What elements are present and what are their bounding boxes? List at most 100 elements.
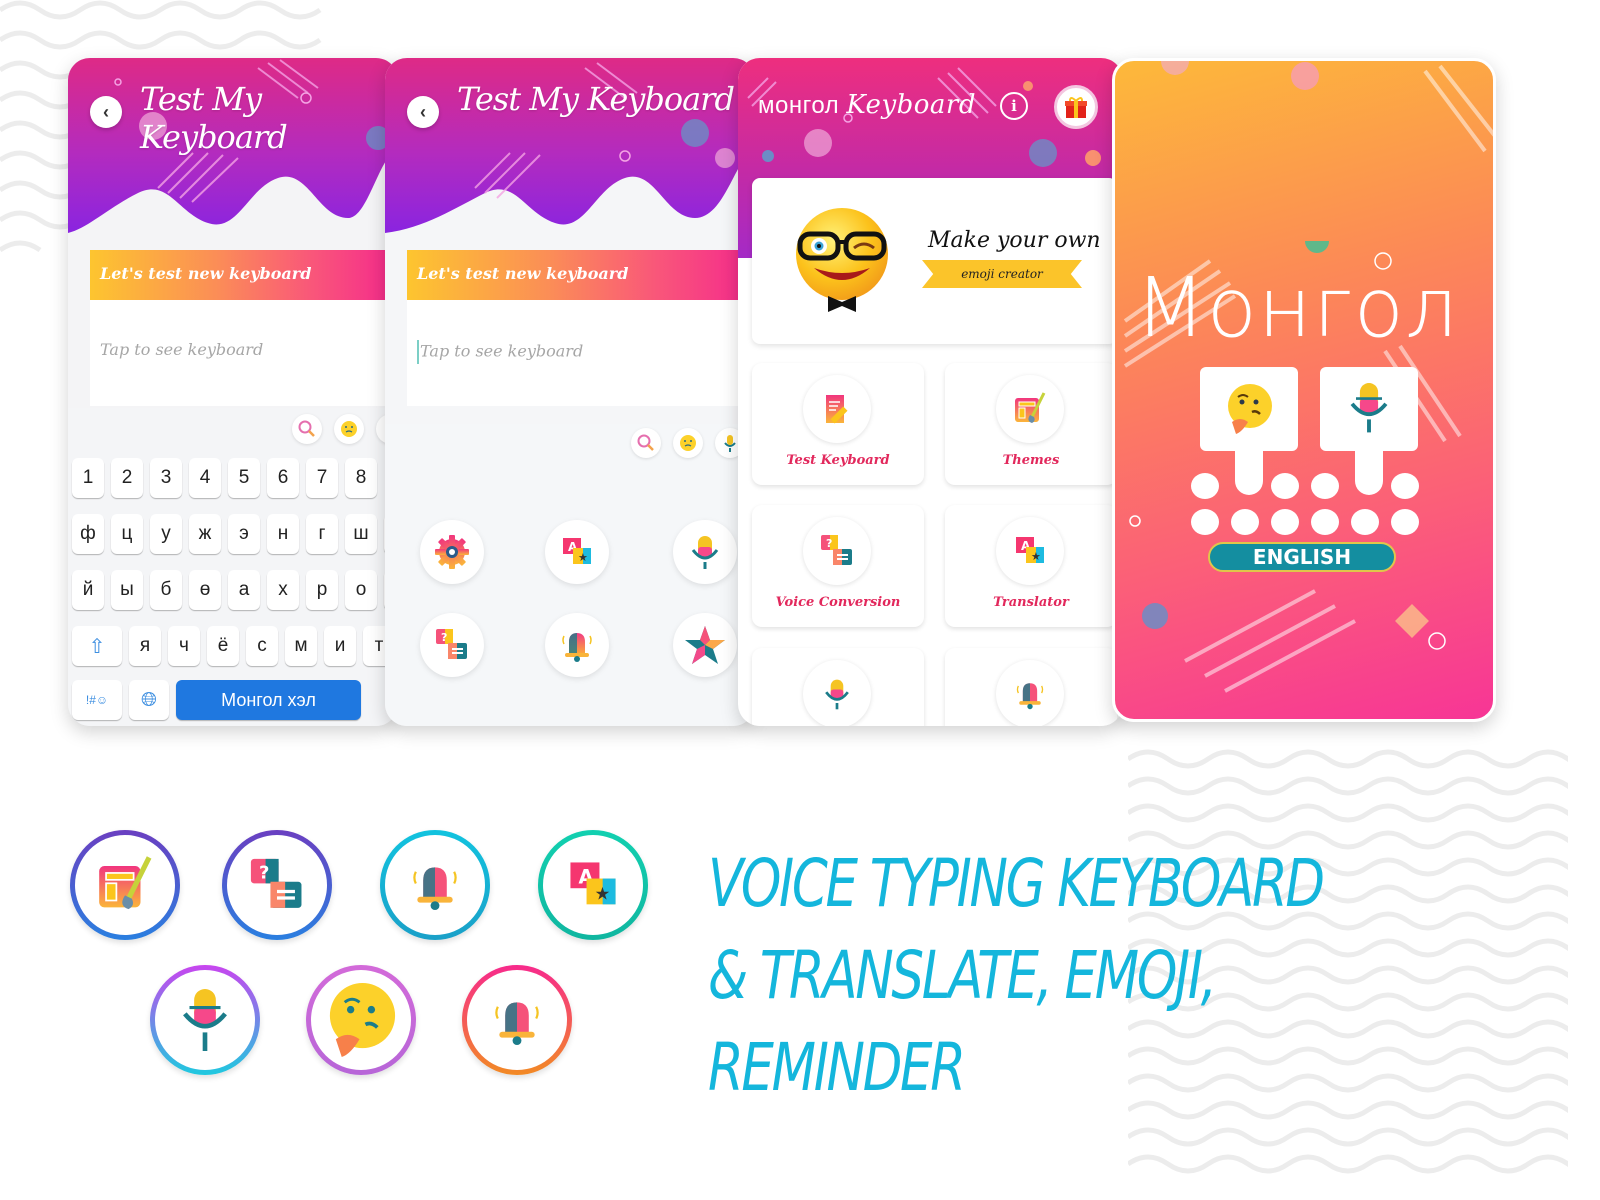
globe-icon: 🌐︎ — [141, 688, 157, 711]
tile-label: Themes — [1002, 453, 1060, 468]
svg-text:?: ? — [441, 631, 447, 644]
emoji-creator-card[interactable]: Make your own emoji creator — [752, 178, 1117, 344]
search-icon[interactable] — [292, 414, 322, 444]
key-stem — [1235, 449, 1263, 495]
key-dot — [1191, 509, 1219, 535]
voice-conversion-icon: ? — [227, 835, 327, 935]
key[interactable]: ө — [189, 570, 221, 610]
gift-button[interactable] — [1054, 85, 1098, 129]
symbols-key[interactable]: !#☺ — [72, 680, 122, 720]
key[interactable]: 3 — [150, 458, 182, 498]
thinking-emoji-icon[interactable] — [673, 428, 703, 458]
search-icon[interactable] — [631, 428, 661, 458]
key[interactable]: ф — [72, 514, 104, 554]
feature-badge — [306, 965, 416, 1075]
key[interactable]: а — [228, 570, 260, 610]
key[interactable]: о — [345, 570, 377, 610]
svg-text:★: ★ — [595, 884, 611, 904]
key[interactable]: р — [306, 570, 338, 610]
key[interactable]: 4 — [189, 458, 221, 498]
key[interactable]: 6 — [267, 458, 299, 498]
letter-row-3: ⇧ ячёсмить — [72, 626, 398, 666]
headline-line: REMINDER — [708, 1029, 966, 1106]
reminder-button[interactable] — [545, 613, 609, 677]
english-language-button[interactable]: ENGLISH — [1208, 542, 1396, 572]
key[interactable]: ы — [111, 570, 143, 610]
mic-key-illustration — [1320, 367, 1418, 451]
language-key[interactable]: 🌐︎ — [129, 680, 169, 720]
tile-label: Voice Conversion — [775, 595, 901, 610]
info-button[interactable]: i — [1000, 92, 1028, 120]
back-button[interactable]: ‹ — [90, 96, 122, 128]
app-title-plain: монгол — [758, 92, 840, 119]
home-screen: монгол Keyboard i Make your own emoji cr… — [738, 58, 1123, 726]
tile-themes[interactable]: Themes — [945, 363, 1117, 485]
text-caret — [417, 340, 419, 364]
key[interactable]: с — [246, 626, 278, 666]
key[interactable]: 8 — [345, 458, 377, 498]
key[interactable]: б — [150, 570, 182, 610]
tile-test-keyboard[interactable]: Test Keyboard — [752, 363, 924, 485]
key[interactable]: г — [306, 514, 338, 554]
tile-voice-typing[interactable] — [752, 648, 924, 726]
voice-conversion-button[interactable]: ? — [420, 613, 484, 677]
test-input[interactable]: Tap to see keyboard — [90, 300, 398, 406]
key[interactable]: н — [267, 514, 299, 554]
space-key[interactable]: Монгол хэл — [176, 680, 361, 720]
key[interactable]: ж — [189, 514, 221, 554]
tile-reminder[interactable] — [945, 648, 1117, 726]
star-icon — [685, 626, 725, 664]
input-placeholder: Tap to see keyboard — [100, 340, 264, 359]
microphone-icon — [691, 536, 719, 569]
back-button[interactable]: ‹ — [407, 96, 439, 128]
feature-badge: ? — [222, 830, 332, 940]
test-card: Let's test new keyboard Tap to see keybo… — [407, 250, 755, 406]
feature-badge — [380, 830, 490, 940]
number-row: 12345678 — [72, 458, 377, 498]
key[interactable]: 1 — [72, 458, 104, 498]
tile-translator[interactable]: A ★ Translator — [945, 505, 1117, 627]
key[interactable]: э — [228, 514, 260, 554]
microphone-icon — [1350, 383, 1388, 433]
key[interactable]: ё — [207, 626, 239, 666]
key[interactable]: х — [267, 570, 299, 610]
key[interactable]: я — [129, 626, 161, 666]
keyboard-toolbar — [292, 414, 398, 444]
key[interactable]: 2 — [111, 458, 143, 498]
key[interactable]: м — [285, 626, 317, 666]
bell-icon — [385, 835, 485, 935]
tile-voice-conversion[interactable]: ? Voice Conversion — [752, 505, 924, 627]
svg-text:?: ? — [826, 537, 832, 550]
themes-icon — [75, 835, 175, 935]
feature-badge — [462, 965, 572, 1075]
key[interactable]: й — [72, 570, 104, 610]
tile-label: Translator — [993, 595, 1069, 610]
rate-button[interactable] — [673, 613, 737, 677]
splash-decoration — [1123, 61, 1493, 693]
screen-title: Test My Keyboard — [140, 80, 288, 156]
shift-icon: ⇧ — [88, 635, 106, 658]
key[interactable]: 7 — [306, 458, 338, 498]
svg-text:★: ★ — [578, 552, 588, 564]
voice-input-button[interactable] — [673, 520, 737, 584]
key-dot — [1271, 509, 1299, 535]
screen-title: Test My Keyboard — [457, 80, 735, 118]
translate-button[interactable]: A ★ — [545, 520, 609, 584]
emoji-card-headline: Make your own — [928, 228, 1101, 253]
thinking-emoji-icon[interactable] — [334, 414, 364, 444]
key[interactable]: и — [324, 626, 356, 666]
key[interactable]: у — [150, 514, 182, 554]
key-dot — [1271, 473, 1299, 499]
keyboard: 12345678 фцужэнгшүз йыбөахролд ⇧ ячёсмит… — [68, 408, 398, 726]
key-stem — [1355, 449, 1383, 495]
key[interactable]: ш — [345, 514, 377, 554]
shift-key[interactable]: ⇧ — [72, 626, 122, 666]
chevron-left-icon: ‹ — [420, 101, 426, 122]
settings-button[interactable] — [420, 520, 484, 584]
key[interactable]: 5 — [228, 458, 260, 498]
key[interactable]: ч — [168, 626, 200, 666]
key-dot — [1311, 509, 1339, 535]
test-input[interactable]: Tap to see keyboard — [407, 300, 755, 406]
test-keyboard-screen: ‹ Test My Keyboard Let's test new keyboa… — [68, 58, 398, 726]
key[interactable]: ц — [111, 514, 143, 554]
